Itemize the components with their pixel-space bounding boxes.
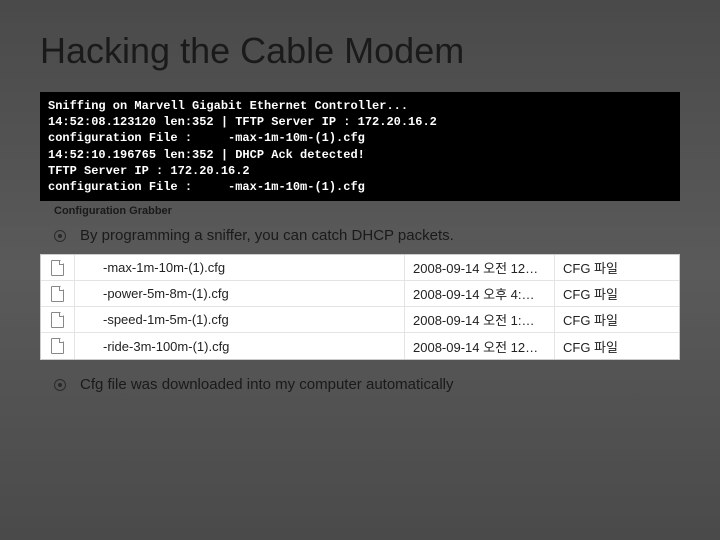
file-icon [51, 338, 64, 354]
file-icon-cell [41, 281, 75, 306]
terminal-line: 14:52:08.123120 len:352 | TFTP Server IP… [48, 115, 437, 129]
file-icon-cell [41, 255, 75, 280]
file-name: -power-5m-8m-(1).cfg [75, 281, 405, 306]
file-row[interactable]: -speed-1m-5m-(1).cfg 2008-09-14 오전 1:… C… [41, 307, 679, 333]
file-row[interactable]: -power-5m-8m-(1).cfg 2008-09-14 오후 4:… C… [41, 281, 679, 307]
file-list: -max-1m-10m-(1).cfg 2008-09-14 오전 12… CF… [40, 254, 680, 360]
file-row[interactable]: -ride-3m-100m-(1).cfg 2008-09-14 오전 12… … [41, 333, 679, 359]
file-date: 2008-09-14 오후 4:… [405, 281, 555, 306]
file-name: -speed-1m-5m-(1).cfg [75, 307, 405, 332]
bullet-item: By programming a sniffer, you can catch … [54, 227, 680, 244]
file-icon-cell [41, 333, 75, 359]
file-icon [51, 260, 64, 276]
file-date: 2008-09-14 오전 12… [405, 333, 555, 359]
file-name: -ride-3m-100m-(1).cfg [75, 333, 405, 359]
bullet-text: By programming a sniffer, you can catch … [80, 227, 454, 244]
slide: Hacking the Cable Modem Sniffing on Marv… [0, 0, 720, 433]
file-icon [51, 286, 64, 302]
file-type: CFG 파일 [555, 281, 679, 306]
bullet-text: Cfg file was downloaded into my computer… [80, 376, 454, 393]
file-name: -max-1m-10m-(1).cfg [75, 255, 405, 280]
bullet-item: Cfg file was downloaded into my computer… [54, 376, 680, 393]
file-icon [51, 312, 64, 328]
terminal-caption: Configuration Grabber [54, 205, 680, 217]
slide-title: Hacking the Cable Modem [40, 30, 680, 72]
file-date: 2008-09-14 오전 1:… [405, 307, 555, 332]
terminal-line: Sniffing on Marvell Gigabit Ethernet Con… [48, 99, 408, 113]
bullet-icon [54, 230, 66, 242]
file-icon-cell [41, 307, 75, 332]
terminal-line: 14:52:10.196765 len:352 | DHCP Ack detec… [48, 148, 365, 162]
file-type: CFG 파일 [555, 307, 679, 332]
file-type: CFG 파일 [555, 255, 679, 280]
file-row[interactable]: -max-1m-10m-(1).cfg 2008-09-14 오전 12… CF… [41, 255, 679, 281]
terminal-line: configuration File : -max-1m-10m-(1).cfg [48, 180, 365, 194]
bullet-icon [54, 379, 66, 391]
terminal-output: Sniffing on Marvell Gigabit Ethernet Con… [40, 92, 680, 201]
terminal-line: TFTP Server IP : 172.20.16.2 [48, 164, 250, 178]
terminal-line: configuration File : -max-1m-10m-(1).cfg [48, 131, 365, 145]
file-date: 2008-09-14 오전 12… [405, 255, 555, 280]
file-type: CFG 파일 [555, 333, 679, 359]
